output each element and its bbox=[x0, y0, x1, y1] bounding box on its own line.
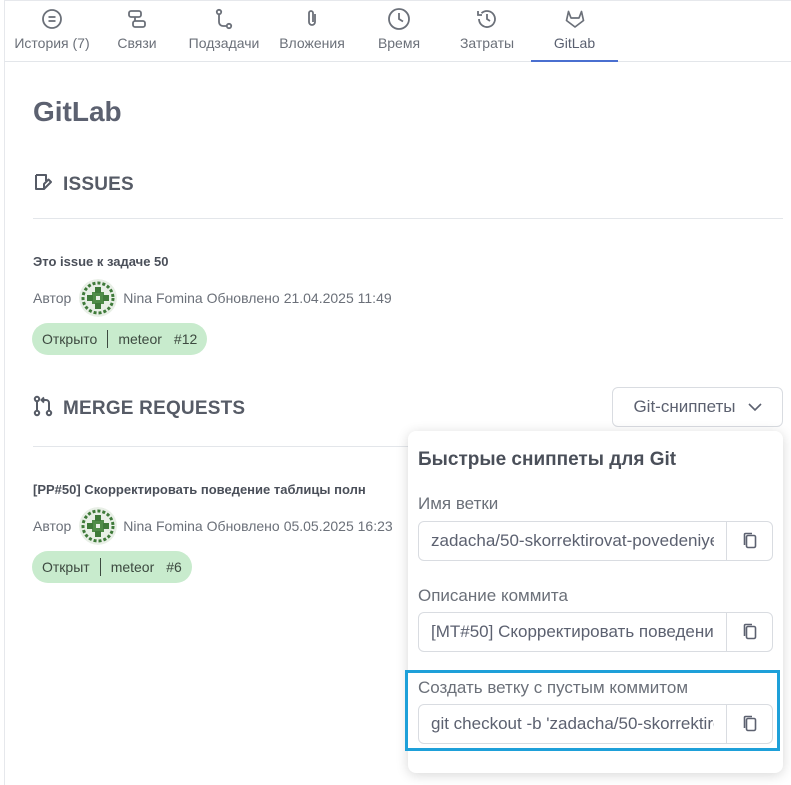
updated-date: 05.05.2025 16:23 bbox=[283, 518, 393, 534]
branch-name-label: Имя ветки bbox=[418, 494, 499, 513]
tab-attachments[interactable]: Вложения bbox=[274, 0, 350, 61]
tab-time-label: Время bbox=[377, 35, 421, 51]
project-label: meteor bbox=[118, 331, 162, 347]
project-label: meteor bbox=[110, 559, 155, 575]
issue-note-icon bbox=[33, 172, 53, 197]
links-icon bbox=[125, 7, 149, 31]
avatar bbox=[79, 279, 118, 317]
tab-attachments-label: Вложения bbox=[279, 35, 345, 51]
issues-heading-label: ISSUES bbox=[63, 173, 134, 195]
badge-separator bbox=[99, 558, 101, 576]
chevron-down-icon bbox=[747, 397, 762, 417]
history-icon bbox=[40, 7, 64, 31]
status-label: Открыто bbox=[42, 331, 98, 347]
merge-request-meta: Автор Nina Fomina Обновлено 05.05.2025 1… bbox=[33, 507, 393, 545]
commit-description-input[interactable] bbox=[419, 613, 726, 651]
tab-gitlab[interactable]: GitLab bbox=[531, 0, 618, 62]
commit-description-field bbox=[418, 612, 773, 652]
page-title: GitLab bbox=[33, 96, 122, 127]
author-name: Nina Fomina bbox=[123, 290, 203, 306]
tab-time[interactable]: Время bbox=[375, 0, 423, 61]
copy-icon bbox=[743, 532, 756, 549]
subtasks-icon bbox=[212, 7, 236, 31]
tab-links-label: Связи bbox=[117, 35, 157, 51]
issue-number: #12 bbox=[173, 331, 198, 347]
merge-requests-heading-label: MERGE REQUESTS bbox=[63, 397, 246, 419]
snippets-title: Быстрые сниппеты для Git bbox=[418, 449, 677, 470]
merge-request-status-badge: Открыт meteor #6 bbox=[32, 551, 192, 583]
commit-description-label: Описание коммита bbox=[418, 586, 568, 605]
merge-request-title[interactable]: [PP#50] Скорректировать поведение таблиц… bbox=[33, 482, 366, 497]
copy-commit-button[interactable] bbox=[726, 613, 772, 651]
updated-label: Обновлено bbox=[206, 518, 280, 534]
tab-expenses[interactable]: Затраты bbox=[456, 0, 518, 61]
copy-icon bbox=[743, 623, 756, 640]
merge-request-icon bbox=[33, 395, 53, 422]
highlight-frame bbox=[405, 670, 780, 751]
issues-divider bbox=[33, 218, 783, 219]
issue-meta: Автор Nina Fomina Обновлено 21.04.2025 1… bbox=[33, 279, 392, 317]
expenses-icon bbox=[475, 7, 499, 31]
author-label: Автор bbox=[33, 290, 72, 306]
branch-name-field bbox=[418, 521, 773, 561]
tab-history[interactable]: История (7) bbox=[10, 0, 94, 61]
badge-separator bbox=[107, 330, 109, 348]
tab-subtasks[interactable]: Подзадачи bbox=[184, 0, 264, 61]
issue-title[interactable]: Это issue к задаче 50 bbox=[33, 254, 169, 269]
branch-name-input[interactable] bbox=[419, 522, 726, 560]
git-snippets-label: Git-сниппеты bbox=[633, 397, 736, 416]
paperclip-icon bbox=[300, 7, 324, 31]
clock-icon bbox=[387, 7, 411, 31]
author-name: Nina Fomina bbox=[123, 518, 203, 534]
tab-history-label: История (7) bbox=[14, 35, 90, 51]
avatar bbox=[79, 507, 118, 545]
issues-heading: ISSUES bbox=[33, 172, 134, 197]
tab-gitlab-label: GitLab bbox=[553, 35, 596, 51]
tab-expenses-label: Затраты bbox=[459, 35, 515, 51]
gitlab-icon bbox=[563, 7, 587, 31]
status-label: Открыт bbox=[42, 559, 90, 575]
tab-links[interactable]: Связи bbox=[112, 0, 162, 61]
updated-date: 21.04.2025 11:49 bbox=[283, 290, 392, 306]
merge-request-number: #6 bbox=[166, 559, 182, 575]
git-snippets-dropdown[interactable]: Git-сниппеты bbox=[612, 387, 783, 427]
updated-label: Обновлено bbox=[206, 290, 280, 306]
author-label: Автор bbox=[33, 518, 72, 534]
tab-bar: История (7) Связи Подзадачи Вложения Вре… bbox=[4, 0, 791, 62]
copy-branch-button[interactable] bbox=[726, 522, 772, 560]
tab-subtasks-label: Подзадачи bbox=[188, 35, 260, 51]
merge-requests-heading: MERGE REQUESTS bbox=[33, 395, 245, 422]
issue-status-badge: Открыто meteor #12 bbox=[32, 323, 208, 355]
